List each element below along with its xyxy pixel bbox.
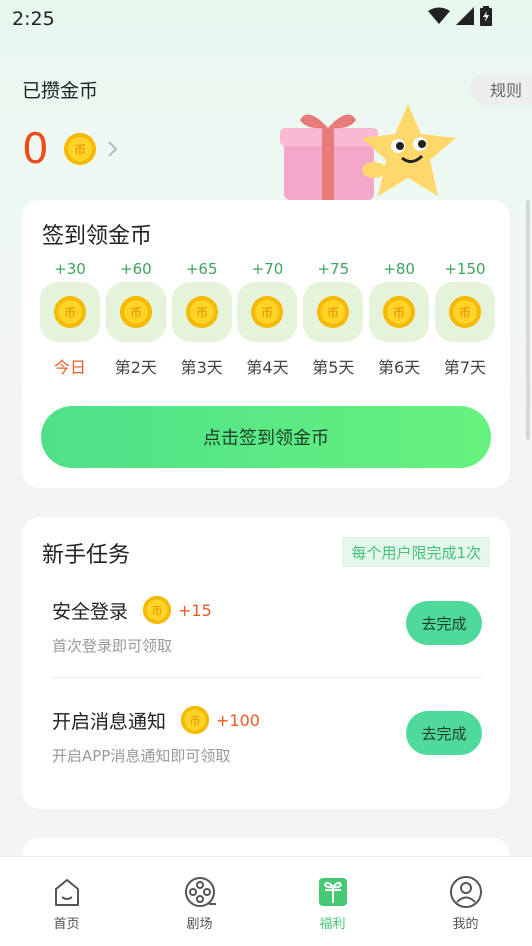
day-label: 第4天 [246,358,289,377]
signin-day-3[interactable]: +65 币 第3天 [171,258,232,378]
day-coin-box: 币 [369,282,430,342]
gift-star-mascot-illustration [280,104,456,200]
tab-label: 福利 [319,917,346,932]
limit-badge: 每个用户限完成1次 [342,537,490,567]
signin-day-2[interactable]: +60 币 第2天 [105,258,166,378]
task-item-enable-notifications: 开启消息通知 币 +100 开启APP消息通知即可领取 去完成 [52,703,482,766]
day-reward: +65 [185,260,218,278]
coin-icon: 币 [251,296,284,328]
signal-icon [456,7,474,25]
day-reward: +30 [54,260,86,278]
home-icon [54,879,79,906]
tab-label: 剧场 [186,917,213,932]
coin-icon: 币 [180,705,210,735]
day-reward: +150 [444,260,486,278]
coin-icon: 币 [383,296,416,328]
task-item-safe-login: 安全登录 币 +15 首次登录即可领取 去完成 [52,593,482,656]
complete-task-button[interactable]: 去完成 [406,711,482,755]
coin-icon: 币 [142,595,172,625]
coin-glyph: 币 [327,306,339,320]
bottom-tab-bar: 首页 剧场 福利 我的 [0,856,532,946]
coin-glyph: 币 [152,605,163,617]
tab-label: 首页 [53,917,80,932]
coin-icon: 币 [119,296,152,328]
status-bar: 2:25 [0,0,532,36]
scrollbar[interactable] [526,200,530,440]
film-reel-icon [184,877,216,907]
signin-day-5[interactable]: +75 币 第5天 [303,258,364,378]
status-time: 2:25 [12,8,55,30]
tab-label: 我的 [452,917,479,932]
coin-glyph: 币 [130,306,142,320]
day-label: 今日 [53,358,86,377]
day-label: 第5天 [312,358,355,377]
day-label: 第3天 [180,358,223,377]
task-reward: +100 [216,710,260,730]
task-reward: +15 [178,600,212,620]
tasks-title: 新手任务 [42,543,131,568]
coin-glyph: 币 [64,306,76,320]
signin-title: 签到领金币 [42,224,153,249]
signin-days: +30 币 今日 +60 币 第2天 +65 币 第3天 +70 币 第4天 +… [40,258,495,378]
coin-icon: 币 [54,296,86,328]
signin-day-6[interactable]: +80 币 第6天 [369,258,430,378]
tab-theater[interactable]: 剧场 [160,875,240,932]
day-label: 第7天 [443,358,487,377]
day-coin-box: 币 [434,282,495,342]
coin-balance-link[interactable]: 0 币 [22,124,119,173]
day-reward: +80 [383,260,415,278]
tab-welfare[interactable]: 福利 [293,875,373,932]
gift-box-icon [280,114,378,200]
coin-icon: 币 [317,296,350,328]
coin-glyph: 币 [74,143,86,157]
signin-day-4[interactable]: +70 币 第4天 [237,258,298,378]
coin-icon: 币 [63,132,96,165]
wifi-icon [428,7,450,24]
profile-icon [449,876,482,908]
coin-icon: 币 [448,296,481,328]
coin-icon: 币 [185,296,218,328]
signin-button[interactable]: 点击签到领金币 [41,406,491,468]
day-reward: +70 [251,260,284,278]
day-coin-box: 币 [237,282,298,342]
day-coin-box: 币 [105,282,166,342]
star-mascot-icon [362,104,456,196]
coin-count: 0 [22,124,49,173]
tab-profile[interactable]: 我的 [426,875,506,932]
tab-home[interactable]: 首页 [27,875,107,932]
complete-task-button[interactable]: 去完成 [406,601,482,645]
status-icons [428,6,492,26]
day-reward: +60 [120,260,152,278]
signin-day-7[interactable]: +150 币 第7天 [434,258,495,378]
day-coin-box: 币 [303,282,364,342]
day-reward: +75 [317,260,350,278]
coin-glyph: 币 [190,715,201,727]
signin-day-1[interactable]: +30 币 今日 [40,258,100,378]
coin-glyph: 币 [261,306,273,320]
day-label: 第2天 [114,358,157,377]
chevron-right-icon [108,140,118,157]
day-coin-box: 币 [171,282,232,342]
gift-icon [318,878,347,906]
battery-icon [480,6,492,26]
signin-card: 签到领金币 +30 币 今日 +60 币 第2天 +65 币 第3天 +70 币… [22,200,510,488]
coin-glyph: 币 [393,306,405,320]
coin-glyph: 币 [196,306,208,320]
saved-coins-title: 已攒金币 [22,80,99,102]
newbie-tasks-card: 新手任务 每个用户限完成1次 安全登录 币 +15 首次登录即可领取 去完成 开… [22,517,510,809]
coin-glyph: 币 [459,306,471,320]
task-name: 安全登录 [52,600,129,623]
task-name: 开启消息通知 [52,710,167,733]
day-coin-box: 币 [40,282,100,342]
task-divider [52,677,482,678]
day-label: 第6天 [378,358,421,377]
rules-button[interactable]: 规则 [470,73,532,105]
